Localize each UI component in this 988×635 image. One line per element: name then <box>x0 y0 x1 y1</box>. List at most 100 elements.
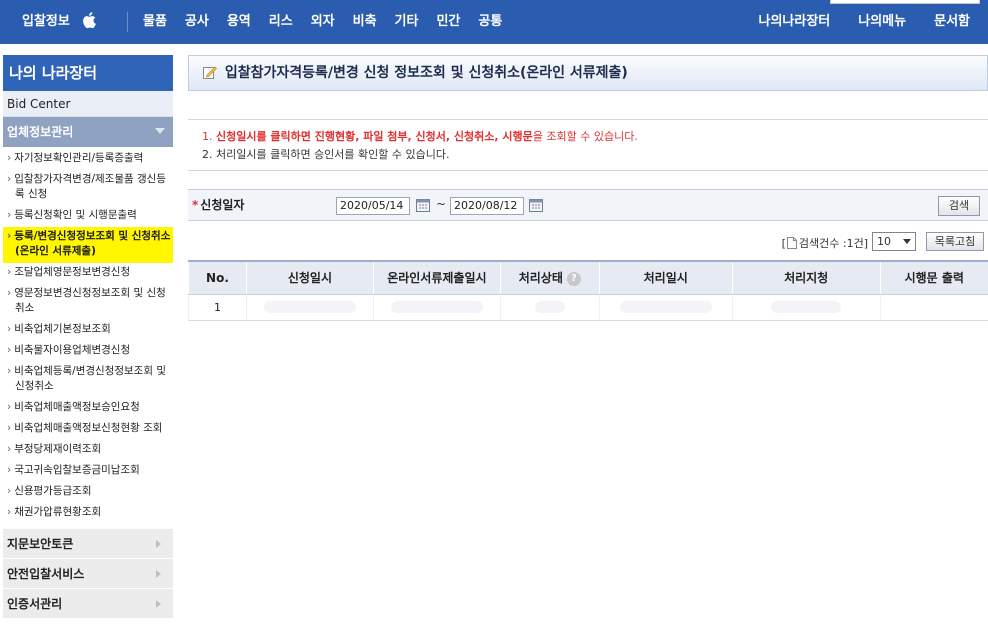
nav-item-private[interactable]: 민간 <box>427 0 469 44</box>
search-panel: * 신청일자 2020/05/14 ~ 2020/08/12 검색 <box>188 189 988 221</box>
search-button[interactable]: 검색 <box>938 196 980 216</box>
nav-item-etc[interactable]: 기타 <box>386 0 428 44</box>
redacted-value <box>263 301 356 313</box>
sidebar-bottom-label: 인증서관리 <box>7 597 63 611</box>
nav-item-my-menu[interactable]: 나의메뉴 <box>840 0 916 44</box>
sidebar-item-certificate[interactable]: 인증서관리 <box>3 588 173 618</box>
sidebar-item-application-inquiry[interactable]: 등록/변경신청정보조회 및 신청취소(온라인 서류제출) <box>3 227 173 263</box>
sidebar-item-registration-check[interactable]: 등록신청확인 및 시행문출력 <box>3 206 173 227</box>
column-header-no: No. <box>188 260 247 295</box>
nav-item-common[interactable]: 공통 <box>469 0 511 44</box>
search-label: * 신청일자 <box>192 190 244 221</box>
list-toolbar: [ 검색건수 :1건] 10 목록고침 <box>188 231 988 253</box>
sidebar-item-stockpile-sales-status[interactable]: 비축업체매출액정보신청현황 조회 <box>3 419 173 440</box>
sidebar-item-bond-seizure[interactable]: 채권가압류현황조회 <box>3 503 173 524</box>
redacted-value <box>534 301 565 313</box>
result-count: [ 검색건수 :1건] <box>782 235 868 251</box>
page-size-value: 10 <box>877 235 891 248</box>
sidebar: 나의 나라장터 Bid Center 업체정보관리 자기정보확인관리/등록증출력… <box>3 55 173 618</box>
sidebar-item-sanction-history[interactable]: 부정당제재이력조회 <box>3 440 173 461</box>
apple-logo-icon <box>83 11 97 28</box>
sidebar-item-stockpile-user-change[interactable]: 비축물자이용업체변경신청 <box>3 341 173 362</box>
sidebar-item-stockpile-registration-inquiry[interactable]: 비축업체등록/변경신청정보조회 및 신청취소 <box>3 362 173 398</box>
calendar-icon[interactable] <box>415 197 431 213</box>
column-header-branch: 처리지청 <box>731 260 881 295</box>
sidebar-item-unpaid-bond[interactable]: 국고귀속입찰보증금미납조회 <box>3 461 173 482</box>
print-cell[interactable] <box>879 294 988 321</box>
nav-item-stockpile[interactable]: 비축 <box>344 0 386 44</box>
notice-line-1-emphasis: 신청일시를 클릭하면 진행현황, 파일 첨부, 신청서, 신청취소, 시행문 <box>216 130 533 143</box>
sidebar-item-stockpile-basic-info[interactable]: 비축업체기본정보조회 <box>3 320 173 341</box>
notice-line-2: 2. 처리일시를 클릭하면 승인서를 확인할 수 있습니다. <box>202 148 450 161</box>
column-header-print: 시행문 출력 <box>879 260 988 295</box>
chevron-down-icon <box>155 128 165 134</box>
date-to-input[interactable]: 2020/08/12 <box>450 197 524 215</box>
sidebar-category-company-info[interactable]: 업체정보관리 <box>3 117 173 147</box>
sidebar-submenu: 자기정보확인관리/등록증출력 입찰참가자격변경/제조물품 갱신등록 신청 등록신… <box>3 147 173 528</box>
sidebar-item-english-info-inquiry[interactable]: 영문정보변경신청정보조회 및 신청취소 <box>3 284 173 320</box>
nav-user-menu: 나의나라장터 나의메뉴 문서함 <box>741 0 981 44</box>
notice-line-1-number: 1. <box>202 130 216 143</box>
help-icon[interactable]: ? <box>566 271 581 286</box>
result-count-bracket: [ <box>781 237 786 250</box>
processing-date-cell[interactable] <box>598 294 733 321</box>
column-header-application-date: 신청일시 <box>245 260 374 295</box>
sidebar-title: 나의 나라장터 <box>3 55 173 91</box>
page-size-select[interactable]: 10 <box>872 232 916 251</box>
nav-item-document-box[interactable]: 문서함 <box>916 0 980 44</box>
nav-item-services[interactable]: 용역 <box>218 0 260 44</box>
nav-brand-label: 입찰정보 <box>22 14 70 29</box>
column-header-online-submission-date: 온라인서류제출일시 <box>372 260 501 295</box>
caret-down-icon <box>903 239 911 244</box>
row-number: 1 <box>188 294 247 321</box>
page-title-box: 입찰참가자격등록/변경 신청 정보조회 및 신청취소(온라인 서류제출) <box>188 55 988 91</box>
sidebar-item-credit-rating[interactable]: 신용평가등급조회 <box>3 482 173 503</box>
date-range-separator: ~ <box>436 197 447 211</box>
refresh-list-button[interactable]: 목록고침 <box>926 232 984 251</box>
sidebar-bottom-label: 지문보안토큰 <box>7 537 74 551</box>
date-from-input[interactable]: 2020/05/14 <box>336 197 410 215</box>
status-cell <box>499 294 600 321</box>
nav-item-lease[interactable]: 리스 <box>260 0 302 44</box>
nav-divider <box>127 12 128 32</box>
branch-cell <box>731 294 881 321</box>
sidebar-item-fingerprint-token[interactable]: 지문보안토큰 <box>3 528 173 558</box>
main-content: 입찰참가자격등록/변경 신청 정보조회 및 신청취소(온라인 서류제출) 1. … <box>188 55 988 321</box>
column-header-status: 처리상태? <box>499 260 600 295</box>
application-date-cell[interactable] <box>245 294 374 321</box>
nav-item-construction[interactable]: 공사 <box>176 0 218 44</box>
online-submission-date-cell <box>372 294 501 321</box>
sidebar-bottom-label: 안전입찰서비스 <box>7 567 85 581</box>
calendar-icon[interactable] <box>528 197 544 213</box>
sidebar-item-self-info[interactable]: 자기정보확인관리/등록증출력 <box>3 149 173 170</box>
notice-box: 1. 신청일시를 클릭하면 진행현황, 파일 첨부, 신청서, 신청취소, 시행… <box>188 119 988 171</box>
document-icon <box>786 237 797 249</box>
nav-item-goods[interactable]: 물품 <box>134 0 176 44</box>
column-header-processing-date: 처리일시 <box>598 260 733 295</box>
nav-item-foreign[interactable]: 외자 <box>302 0 344 44</box>
notice-line-1: 1. 신청일시를 클릭하면 진행현황, 파일 첨부, 신청서, 신청취소, 시행… <box>202 128 974 146</box>
notice-line-1-suffix: 을 조회할 수 있습니다. <box>532 130 638 143</box>
sidebar-item-qualification-change[interactable]: 입찰참가자격변경/제조물품 갱신등록 신청 <box>3 170 173 206</box>
status-header-label: 처리상태 <box>518 271 563 286</box>
sidebar-item-english-info-change[interactable]: 조달업체영문정보변경신청 <box>3 263 173 284</box>
nav-item-my-naramarket[interactable]: 나의나라장터 <box>741 0 841 44</box>
top-navigation-bar: 입찰정보 물품 공사 용역 리스 외자 비축 기타 민간 공통 나의나라장터 나… <box>0 0 988 44</box>
result-count-text: 검색건수 :1건] <box>798 237 868 250</box>
table-row: 1 <box>188 294 988 321</box>
sidebar-item-safe-bidding[interactable]: 안전입찰서비스 <box>3 558 173 588</box>
required-mark: * <box>192 198 199 212</box>
page-title: 입찰참가자격등록/변경 신청 정보조회 및 신청취소(온라인 서류제출) <box>224 65 628 81</box>
redacted-value <box>619 301 712 313</box>
redacted-value <box>390 301 483 313</box>
sidebar-bid-center[interactable]: Bid Center <box>3 91 173 117</box>
table-header-row: No. 신청일시 온라인서류제출일시 처리상태? 처리일시 처리지청 시행문 출… <box>188 260 988 295</box>
sidebar-category-label: 업체정보관리 <box>7 125 74 139</box>
chevron-right-icon <box>156 540 161 548</box>
sidebar-item-stockpile-sales-approval[interactable]: 비축업체매출액정보승인요청 <box>3 398 173 419</box>
nav-brand[interactable]: 입찰정보 <box>22 0 118 44</box>
chevron-right-icon <box>156 600 161 608</box>
search-label-text: 신청일자 <box>200 198 245 212</box>
application-table: No. 신청일시 온라인서류제출일시 처리상태? 처리일시 처리지청 시행문 출… <box>188 260 988 321</box>
pencil-note-icon <box>203 66 217 79</box>
